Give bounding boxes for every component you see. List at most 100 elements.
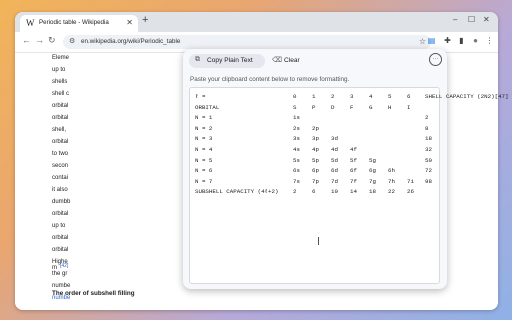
table-header-row: ℓ = 0 1 2 3 4 5 6 SHELL CAPACITY (2N2)[47] bbox=[190, 93, 509, 103]
table-cell: 2 bbox=[293, 188, 297, 196]
extensions-icon[interactable]: ✚ bbox=[443, 36, 452, 45]
citation-link[interactable]: [42] bbox=[60, 263, 68, 269]
text-caret bbox=[318, 237, 319, 245]
more-options-icon[interactable]: ··· bbox=[429, 53, 442, 66]
section-subheading: The order of subshell filling bbox=[52, 290, 135, 297]
table-cell: 5f bbox=[350, 156, 357, 164]
table-cell: H bbox=[388, 103, 392, 111]
article-text: the gr bbox=[52, 271, 68, 277]
article-text: Eleme bbox=[52, 55, 70, 61]
clear-button[interactable]: ⌫ Clear bbox=[266, 54, 306, 68]
url-text[interactable]: en.wikipedia.org/wiki/Periodic_table bbox=[81, 38, 180, 45]
minimize-icon[interactable]: – bbox=[453, 15, 457, 24]
tab-title: Periodic table - Wikipedia bbox=[39, 19, 109, 26]
article-text: secon bbox=[52, 163, 69, 169]
table-cell: 0 bbox=[293, 93, 297, 100]
article-text: orbital bbox=[52, 247, 69, 253]
table-cell: 3p bbox=[312, 135, 319, 143]
table-cell: 72 bbox=[425, 167, 432, 175]
article-text: to two bbox=[52, 151, 69, 157]
table-cell: 7p bbox=[312, 177, 319, 185]
table-cell: 6h bbox=[388, 167, 395, 175]
reload-icon[interactable]: ↻ bbox=[48, 35, 56, 46]
table-cell: 6 bbox=[312, 188, 316, 196]
back-icon[interactable]: ← bbox=[22, 35, 31, 45]
table-cell: N = 4 bbox=[195, 146, 213, 153]
table-cell: 8 bbox=[425, 124, 429, 132]
table-row: N = 3 3s 3p 3d 18 bbox=[190, 135, 439, 145]
table-cell: 5g bbox=[369, 156, 376, 164]
article-text: shell, bbox=[52, 127, 67, 133]
table-row: N = 6 6s 6p 6d 6f 6g 6h 72 bbox=[190, 167, 439, 177]
reading-mode-icon[interactable]: ▤ bbox=[427, 36, 436, 45]
article-text: orbital bbox=[52, 115, 69, 121]
table-cell: G bbox=[369, 103, 373, 111]
table-cell: 3s bbox=[293, 135, 300, 143]
table-cell: 2s bbox=[293, 124, 300, 132]
table-cell: N = 5 bbox=[195, 156, 213, 164]
article-text: numbe bbox=[52, 283, 71, 289]
table-cell: ℓ = bbox=[195, 93, 206, 100]
table-cell: D bbox=[331, 103, 335, 111]
forward-icon[interactable]: → bbox=[35, 35, 44, 45]
panel-instruction: Paste your clipboard content below to re… bbox=[190, 76, 350, 83]
table-cell: N = 3 bbox=[195, 135, 213, 143]
table-cell: 4p bbox=[312, 146, 319, 153]
tab-periodic-table[interactable]: W Periodic table - Wikipedia ✕ bbox=[20, 15, 138, 32]
table-cell: 22 bbox=[388, 188, 395, 196]
table-cell: 5 bbox=[388, 93, 392, 100]
table-cell: 4d bbox=[331, 146, 338, 153]
table-cell: 1s bbox=[293, 114, 300, 122]
table-cell: 7s bbox=[293, 177, 300, 185]
site-info-icon[interactable]: ⚙ bbox=[69, 37, 75, 45]
table-cell: 4f bbox=[350, 146, 357, 153]
table-cell: 2 bbox=[331, 93, 335, 100]
article-text: m bbox=[52, 265, 57, 271]
table-cell: 7g bbox=[369, 177, 376, 185]
table-row: N = 5 5s 5p 5d 5f 5g 50 bbox=[190, 157, 439, 167]
browser-menu-icon[interactable]: ⋮ bbox=[485, 36, 494, 45]
table-cell: N = 1 bbox=[195, 114, 213, 122]
table-cell: 3d bbox=[331, 135, 338, 143]
bookmark-star-icon[interactable]: ☆ bbox=[419, 37, 426, 46]
eraser-icon: ⌫ bbox=[272, 57, 282, 64]
new-tab-button[interactable]: + bbox=[142, 14, 148, 26]
maximize-icon[interactable]: ☐ bbox=[468, 15, 475, 24]
copy-plain-text-label: Copy Plain Text bbox=[207, 57, 253, 64]
table-cell: 5p bbox=[312, 156, 319, 164]
table-cell: 2p bbox=[312, 124, 319, 132]
article-text: it also bbox=[52, 187, 68, 193]
table-cell: 32 bbox=[425, 146, 432, 153]
article-text: orbital bbox=[52, 139, 69, 145]
table-cell: F bbox=[350, 103, 354, 111]
table-cell: 6f bbox=[350, 167, 357, 175]
article-text: dumbb bbox=[52, 199, 71, 205]
address-bar[interactable]: ⚙ en.wikipedia.org/wiki/Periodic_table ☆ bbox=[63, 35, 431, 49]
table-cell: 5s bbox=[293, 156, 300, 164]
window-close-icon[interactable]: ✕ bbox=[483, 15, 490, 24]
table-cell: 7f bbox=[350, 177, 357, 185]
table-cell: N = 2 bbox=[195, 124, 213, 132]
table-row: ORBITAL S P D F G H I bbox=[190, 104, 439, 114]
table-cell: 4 bbox=[369, 93, 373, 100]
table-cell: 6p bbox=[312, 167, 319, 175]
table-cell: ORBITAL bbox=[195, 103, 220, 111]
table-cell: 26 bbox=[407, 188, 414, 196]
table-row: N = 4 4s 4p 4d 4f 32 bbox=[190, 146, 439, 156]
paste-textarea[interactable]: ℓ = 0 1 2 3 4 5 6 SHELL CAPACITY (2N2)[47] ORBITA… bbox=[189, 87, 509, 284]
table-cell: 10 bbox=[331, 188, 338, 196]
table-cell: N = 6 bbox=[195, 167, 213, 175]
article-text: contai bbox=[52, 175, 69, 181]
table-cell: 14 bbox=[350, 188, 357, 196]
tab-close-icon[interactable]: ✕ bbox=[126, 18, 133, 27]
table-cell: 18 bbox=[425, 135, 432, 143]
table-cell: 7d bbox=[331, 177, 338, 185]
table-cell: 5d bbox=[331, 156, 338, 164]
copy-plain-text-button[interactable]: ⧉ Copy Plain Text bbox=[189, 54, 265, 68]
profile-icon[interactable]: ● bbox=[471, 36, 480, 45]
plain-text-panel: ⧉ Copy Plain Text ⌫ Clear ··· Paste your… bbox=[183, 49, 509, 289]
side-panel-icon[interactable]: ▮ bbox=[457, 36, 466, 45]
article-text: up to bbox=[52, 67, 66, 73]
table-cell: 7h bbox=[388, 177, 395, 185]
article-text: orbital bbox=[52, 235, 69, 241]
